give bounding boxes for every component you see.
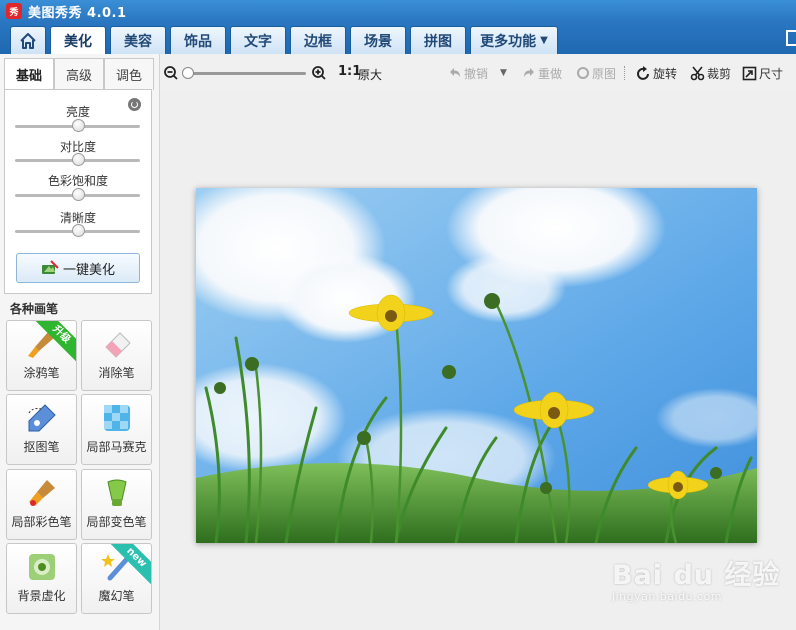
crop-label: 裁剪 — [707, 66, 732, 81]
beautify-wand-icon — [41, 260, 59, 274]
window-restore-icon[interactable] — [786, 30, 796, 46]
undo-label: 撤销 — [464, 66, 489, 81]
tab-collage[interactable]: 拼图 — [410, 26, 466, 54]
partial-recolor-brush-button[interactable]: 局部变色笔 — [81, 469, 152, 540]
scissors-icon — [690, 65, 705, 80]
undo-button[interactable]: 撤销 — [448, 64, 488, 82]
mosaic-icon — [104, 405, 130, 431]
photo-preview[interactable] — [196, 188, 757, 543]
one-click-beautify-button[interactable]: 一键美化 — [16, 253, 140, 283]
cutout-pen-label: 抠图笔 — [23, 440, 60, 454]
adjust-subtabs: 基础 高级 调色 — [4, 58, 154, 90]
color-brush-icon — [29, 480, 55, 506]
partial-recolor-brush-label: 局部变色笔 — [86, 515, 147, 529]
mosaic-brush-label: 局部马赛克 — [86, 440, 147, 454]
original-size-button[interactable]: 原大 — [358, 66, 382, 83]
tab-text[interactable]: 文字 — [230, 26, 286, 54]
redo-button[interactable]: 重做 — [522, 64, 562, 82]
eraser-brush-button[interactable]: 消除笔 — [81, 320, 152, 391]
resize-icon — [742, 66, 757, 80]
subtab-advanced[interactable]: 高级 — [54, 58, 104, 90]
chevron-down-icon: ▼ — [540, 35, 548, 46]
canvas-toolbar: 1:1 原大 撤销 ▼ 重做 原图 旋转 裁剪 尺寸 — [160, 54, 796, 92]
home-tab[interactable] — [10, 26, 46, 54]
tab-more-features[interactable]: 更多功能 ▼ — [470, 26, 558, 54]
basic-adjust-panel: 亮度 对比度 色彩饱和度 清晰度 一键美化 — [4, 89, 152, 294]
redo-label: 重做 — [538, 66, 563, 81]
tab-scenes[interactable]: 场景 — [350, 26, 406, 54]
tab-accessories[interactable]: 饰品 — [170, 26, 226, 54]
brushes-heading: 各种画笔 — [10, 302, 59, 316]
subtab-basic[interactable]: 基础 — [4, 58, 54, 90]
tab-frames[interactable]: 边框 — [290, 26, 346, 54]
chevron-down-icon: ▼ — [500, 68, 507, 78]
toolbar-divider — [624, 66, 625, 80]
left-panel: 基础 高级 调色 亮度 对比度 色彩饱和度 清晰度 一键美化 各种画笔 升级 涂… — [0, 54, 160, 630]
main-tab-bar: 美化 美容 饰品 文字 边框 场景 拼图 更多功能 ▼ — [0, 22, 796, 54]
brightness-slider[interactable] — [15, 119, 140, 132]
saturation-label: 色彩饱和度 — [47, 174, 108, 188]
app-title: 美图秀秀 4.0.1 — [28, 5, 127, 21]
background-blur-button[interactable]: 背景虚化 — [6, 543, 77, 614]
resize-label: 尺寸 — [759, 66, 784, 81]
magic-brush-label: 魔幻笔 — [98, 589, 135, 603]
baidu-jingyan-watermark: Bai du 经验 jingyan.baidu.com — [612, 553, 780, 603]
color-change-icon — [107, 479, 127, 506]
more-features-label: 更多功能 — [480, 33, 537, 50]
subtab-color-tone[interactable]: 调色 — [104, 58, 154, 90]
cutout-pen-button[interactable]: 抠图笔 — [6, 394, 77, 465]
flower-photo — [196, 188, 757, 543]
original-image-icon — [577, 67, 589, 79]
sharpness-slider[interactable] — [15, 224, 140, 237]
rotate-label: 旋转 — [653, 66, 678, 81]
home-icon — [20, 32, 36, 49]
magic-brush-button[interactable]: new 魔幻笔 — [81, 543, 152, 614]
rotate-icon — [637, 65, 649, 80]
blur-icon — [29, 554, 55, 580]
zoom-slider-thumb[interactable] — [182, 67, 194, 79]
saturation-slider[interactable] — [15, 188, 140, 201]
partial-color-brush-button[interactable]: 局部彩色笔 — [6, 469, 77, 540]
undo-history-dropdown[interactable]: ▼ — [500, 64, 507, 82]
tab-beauty[interactable]: 美容 — [110, 26, 166, 54]
title-bar: 秀 美图秀秀 4.0.1 — [0, 0, 796, 22]
resize-button[interactable]: 尺寸 — [742, 64, 783, 82]
eraser-icon — [105, 332, 131, 358]
sharpness-slider-thumb[interactable] — [71, 224, 85, 237]
original-image-label: 原图 — [592, 66, 617, 81]
doodle-brush-label: 涂鸦笔 — [23, 366, 60, 380]
redo-icon — [524, 68, 534, 77]
rotate-button[interactable]: 旋转 — [636, 64, 677, 82]
eraser-brush-label: 消除笔 — [98, 366, 135, 380]
saturation-slider-thumb[interactable] — [71, 188, 85, 201]
mosaic-brush-button[interactable]: 局部马赛克 — [81, 394, 152, 465]
brightness-label: 亮度 — [65, 105, 90, 119]
one-click-beautify-label: 一键美化 — [62, 262, 115, 278]
crop-button[interactable]: 裁剪 — [690, 64, 731, 82]
partial-color-brush-label: 局部彩色笔 — [11, 515, 72, 529]
zoom-out-icon[interactable] — [164, 66, 178, 80]
app-logo-icon: 秀 — [6, 3, 22, 19]
original-image-button[interactable]: 原图 — [576, 64, 616, 82]
zoom-in-icon[interactable] — [312, 66, 326, 80]
brightness-slider-thumb[interactable] — [71, 119, 85, 132]
watermark-main-text: Bai du 经验 — [612, 560, 781, 591]
undo-icon — [450, 68, 460, 77]
contrast-slider-thumb[interactable] — [71, 153, 85, 166]
contrast-slider[interactable] — [15, 153, 140, 166]
background-blur-label: 背景虚化 — [17, 589, 66, 603]
canvas-area — [160, 92, 796, 630]
pen-cutout-icon — [28, 404, 56, 432]
tab-beautify[interactable]: 美化 — [50, 26, 106, 54]
zoom-slider[interactable] — [182, 67, 306, 79]
doodle-brush-button[interactable]: 升级 涂鸦笔 — [6, 320, 77, 391]
